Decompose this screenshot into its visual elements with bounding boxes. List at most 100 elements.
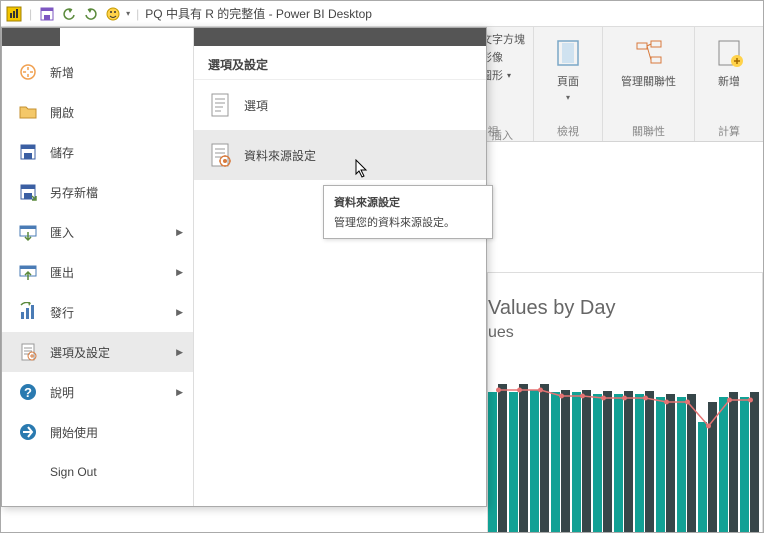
dropdown-caret-icon[interactable]: ▾: [126, 9, 130, 18]
insert-group-label: 插入: [491, 127, 513, 143]
save-icon[interactable]: [38, 5, 56, 23]
bar-group: [614, 391, 633, 532]
undo-icon[interactable]: [60, 5, 78, 23]
bar-group: [740, 392, 759, 532]
window-title: PQ 中具有 R 的完整值 - Power BI Desktop: [145, 5, 372, 22]
submenu-item-0[interactable]: 選項: [194, 80, 486, 130]
file-menu-header-bar: [2, 28, 60, 46]
bar-teal: [698, 422, 707, 532]
ribbon-group-page: 頁面 ▾ 檢視: [534, 27, 603, 141]
file-item-icon: [18, 422, 38, 442]
submenu-item-1[interactable]: 資料來源設定: [194, 130, 486, 180]
page-button[interactable]: 頁面 ▾: [542, 31, 594, 104]
file-item-3[interactable]: 另存新檔: [2, 172, 193, 212]
bar-teal: [614, 394, 623, 532]
tooltip-title: 資料來源設定: [334, 194, 482, 210]
file-item-icon: [18, 302, 38, 322]
file-item-label: 發行: [50, 304, 74, 321]
file-item-icon: [18, 142, 38, 162]
calc-group-label: 計算: [718, 123, 740, 139]
bar-dark: [666, 394, 675, 532]
file-item-icon: [18, 262, 38, 282]
bar-teal: [488, 392, 497, 532]
ribbon-group-calc: 新增 計算: [695, 27, 763, 141]
file-item-4[interactable]: 匯入▶: [2, 212, 193, 252]
file-item-icon: [18, 342, 38, 362]
submenu-header: 選項及設定: [194, 46, 486, 80]
redo-icon[interactable]: [82, 5, 100, 23]
bar-group: [509, 384, 528, 532]
chevron-right-icon: ▶: [176, 227, 183, 238]
tooltip-body: 管理您的資料來源設定。: [334, 214, 482, 230]
bar-group: [656, 394, 675, 532]
file-item-2[interactable]: 儲存: [2, 132, 193, 172]
bar-teal: [740, 397, 749, 532]
file-item-label: Sign Out: [50, 465, 97, 479]
bar-group: [593, 391, 612, 532]
file-item-icon: [18, 222, 38, 242]
chart-subtitle: ues: [488, 324, 762, 342]
file-item-label: 另存新檔: [50, 184, 98, 201]
tooltip: 資料來源設定 管理您的資料來源設定。: [323, 185, 493, 239]
submenu-item-icon: [208, 92, 232, 118]
chart-area: Values by Day ues: [487, 142, 763, 532]
bar-dark: [603, 391, 612, 532]
bar-group: [530, 384, 549, 532]
file-submenu: 選項及設定 選項資料來源設定: [194, 28, 486, 506]
bar-teal: [719, 397, 728, 532]
file-item-0[interactable]: 新增: [2, 52, 193, 92]
bar-group: [677, 394, 696, 532]
file-item-icon: [18, 102, 38, 122]
bar-teal: [635, 394, 644, 532]
file-item-7[interactable]: 選項及設定▶: [2, 332, 193, 372]
bar-group: [572, 390, 591, 532]
file-item-9[interactable]: 開始使用: [2, 412, 193, 452]
file-item-5[interactable]: 匯出▶: [2, 252, 193, 292]
bar-teal: [656, 397, 665, 532]
bar-dark: [687, 394, 696, 532]
file-item-label: 新增: [50, 64, 74, 81]
textbox-label: 文字方塊: [481, 31, 525, 47]
file-item-label: 開啟: [50, 104, 74, 121]
bar-teal: [551, 392, 560, 532]
file-item-label: 匯出: [50, 264, 74, 281]
submenu-item-label: 選項: [244, 97, 268, 114]
bar-dark: [540, 384, 549, 532]
chart-canvas: [488, 372, 762, 532]
file-item-label: 說明: [50, 384, 74, 401]
page-label: 頁面: [557, 73, 579, 89]
bar-teal: [509, 392, 518, 532]
title-bar: | ▾ | PQ 中具有 R 的完整值 - Power BI Desktop: [1, 1, 763, 27]
file-item-10[interactable]: Sign Out: [2, 452, 193, 492]
bar-dark: [645, 391, 654, 532]
bar-group: [719, 392, 738, 532]
file-item-icon: [18, 462, 38, 482]
file-item-icon: ?: [18, 382, 38, 402]
svg-text:?: ?: [24, 385, 32, 400]
file-item-8[interactable]: ? 說明 ▶: [2, 372, 193, 412]
bar-dark: [708, 402, 717, 532]
chevron-right-icon: ▶: [176, 387, 183, 398]
relations-group-label: 關聯性: [632, 123, 665, 139]
file-item-icon: [18, 62, 38, 82]
app-icon: [5, 5, 23, 23]
bar-teal: [593, 394, 602, 532]
chart-title: Values by Day: [488, 283, 762, 324]
bar-teal: [677, 397, 686, 532]
relations-button[interactable]: 管理關聯性: [611, 31, 686, 91]
bar-teal: [530, 390, 539, 532]
file-item-label: 儲存: [50, 144, 74, 161]
file-item-6[interactable]: 發行▶: [2, 292, 193, 332]
bar-dark: [498, 384, 507, 532]
file-menu-left: 新增開啟儲存另存新檔匯入▶匯出▶發行▶選項及設定▶?說明▶開始使用Sign Ou…: [2, 28, 194, 506]
newmeasure-button[interactable]: 新增: [703, 31, 755, 91]
bar-group: [698, 402, 717, 532]
ribbon-group-relations: 管理關聯性 關聯性: [603, 27, 695, 141]
smiley-icon[interactable]: [104, 5, 122, 23]
bar-dark: [624, 391, 633, 532]
bar-group: [635, 391, 654, 532]
bar-dark: [750, 392, 759, 532]
bar-dark: [582, 390, 591, 532]
file-item-1[interactable]: 開啟: [2, 92, 193, 132]
bar-group: [488, 384, 507, 532]
